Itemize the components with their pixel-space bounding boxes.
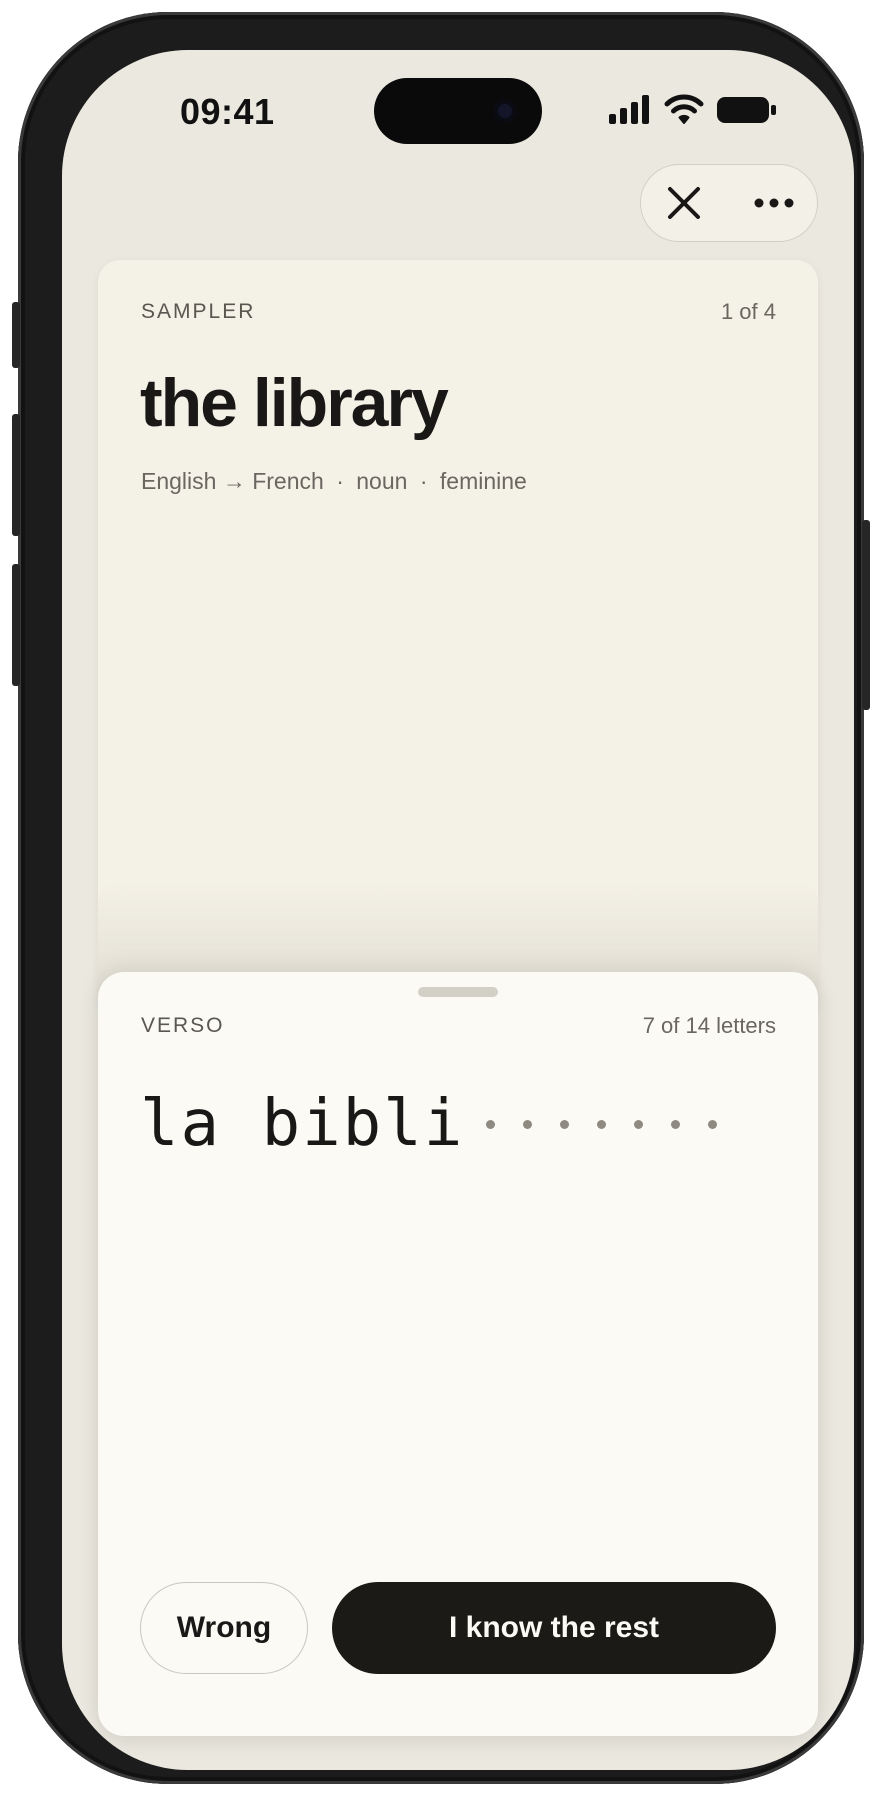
sheet-grabber[interactable] <box>418 987 498 997</box>
revealed-letters: la bibli <box>140 1087 465 1161</box>
close-icon <box>668 187 700 219</box>
letter-progress: 7 of 14 letters <box>642 1013 776 1038</box>
card-counter: 1 of 4 <box>720 299 776 324</box>
power-button <box>862 520 870 710</box>
hidden-letter-dot <box>634 1119 644 1129</box>
deck-label: SAMPLER <box>141 300 256 323</box>
cellular-signal-icon <box>609 95 649 124</box>
hidden-letter-dot <box>597 1119 607 1129</box>
answer-label: VERSO <box>141 1014 225 1037</box>
know-rest-button[interactable]: I know the rest <box>332 1582 776 1674</box>
close-button[interactable] <box>641 165 727 241</box>
more-icon <box>754 198 794 208</box>
status-time: 09:41 <box>180 91 275 132</box>
phone-frame: 09:41 SAMPLER 1 of 4 the library English… <box>12 12 870 1784</box>
word-meta: English → French · noun · feminine <box>141 468 527 495</box>
answer-sheet: VERSO 7 of 14 letters la bibli Wrong I k… <box>98 972 818 1736</box>
wifi-icon <box>664 94 704 124</box>
target-language: French <box>252 468 324 494</box>
wrong-button[interactable]: Wrong <box>140 1582 308 1674</box>
hidden-letter-dot <box>486 1119 496 1129</box>
volume-down-button <box>12 564 20 686</box>
hidden-letter-dots <box>472 1119 731 1129</box>
answer-field: la bibli <box>140 1084 731 1164</box>
action-button <box>12 302 20 368</box>
status-icons <box>608 92 782 126</box>
prompt-word: the library <box>140 365 449 441</box>
card-controls <box>640 164 818 242</box>
front-camera <box>494 100 516 122</box>
dynamic-island <box>374 78 542 144</box>
more-button[interactable] <box>731 165 817 241</box>
hidden-letter-dot <box>671 1119 681 1129</box>
source-language: English <box>141 468 217 494</box>
hidden-letter-dot <box>523 1119 533 1129</box>
battery-icon <box>717 97 776 123</box>
hidden-letter-dot <box>708 1119 718 1129</box>
screen: 09:41 SAMPLER 1 of 4 the library English… <box>62 50 854 1770</box>
meta-separator: · <box>336 468 344 494</box>
arrow-right-icon: → <box>222 468 246 494</box>
part-of-speech: noun <box>356 468 408 494</box>
meta-separator: · <box>419 468 428 494</box>
hidden-letter-dot <box>560 1119 570 1129</box>
volume-up-button <box>12 414 20 536</box>
gender: feminine <box>439 468 527 494</box>
